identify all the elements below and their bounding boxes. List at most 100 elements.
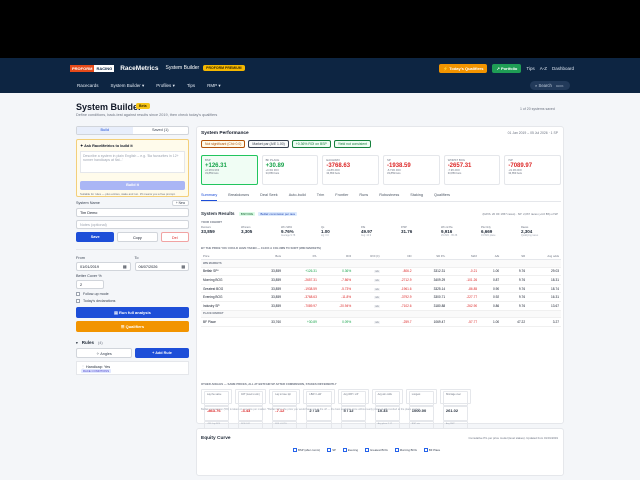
kpi-label: EACHWAY: [326, 158, 341, 162]
delete-button[interactable]: Del: [160, 232, 189, 242]
table-row[interactable]: Greatest BOG 33,859 -1938.59 -5.73% n/a -1961…: [201, 284, 561, 294]
system-name-row: System Name + New: [76, 200, 189, 206]
legend-item[interactable]: BF Place: [423, 448, 440, 452]
tab-staking[interactable]: Staking: [410, 193, 423, 201]
menu-racecards[interactable]: Racecards: [77, 83, 99, 89]
tab-auto-build[interactable]: Auto-build: [289, 193, 306, 201]
menu-profiles[interactable]: Profiles ▾: [156, 83, 175, 89]
angle-stat: 1DT (level to win) -3.43 ROI 0.02: [235, 389, 267, 436]
angles-button[interactable]: ✧ Angles: [76, 348, 132, 358]
tab-build[interactable]: Build: [77, 127, 133, 134]
cell-sr: 9.76: [501, 284, 528, 294]
build-it-button[interactable]: Build it: [80, 181, 185, 190]
ask-textarea[interactable]: Describe a system in plain English – e.g…: [80, 151, 185, 173]
menu-tips[interactable]: Tips: [187, 83, 195, 89]
cell-dd: -7102.6: [381, 301, 414, 311]
save-button[interactable]: Save: [76, 232, 115, 242]
navbar-menu-row: Racecards System Builder ▾ Profiles ▾ Ti…: [0, 78, 640, 93]
cell-price: Betfair SP*: [201, 267, 254, 277]
tab-runs[interactable]: Runs: [359, 193, 368, 201]
notes-input[interactable]: Notes (optional): [76, 220, 189, 229]
rule-item[interactable]: ⋮ Handicap: Yes RACE CONDITIONS: [76, 361, 189, 375]
legend-item[interactable]: SP: [327, 448, 336, 452]
portfolio-button[interactable]: ↗ Portfolio: [492, 63, 522, 73]
table-row[interactable]: Betfair SP* 33,859 +126.31 0.36% n/a -806.2 33…: [201, 267, 561, 277]
tab-qualifiers[interactable]: Qualifiers: [434, 193, 450, 201]
follow-up-checkbox[interactable]: Follow-up mode: [76, 292, 189, 296]
ask-title: ✦ Ask RaceMetrics to build it: [80, 143, 185, 148]
tab-deal-seek[interactable]: Deal Seek: [260, 193, 278, 201]
kpi-card[interactable]: EACHWAY -3768.63 -11.8% ROI 33,859 bets: [322, 155, 380, 185]
kpi-card[interactable]: WORST BOG -2657.31 -7.9% ROI 33,859 bets: [443, 155, 501, 185]
table-row[interactable]: Industry SP 33,859 -7089.97 -20.94% n/a -7102…: [201, 301, 561, 311]
tab-robustness[interactable]: Robustness: [379, 193, 399, 201]
tab-breakdowns[interactable]: Breakdowns: [228, 193, 249, 201]
todays-declarations-checkbox[interactable]: Today's declarations: [76, 299, 189, 303]
logo[interactable]: PROFORM RACING: [70, 64, 115, 72]
todays-qualifiers-button[interactable]: ⚡ Today's Qualifiers: [439, 63, 488, 73]
cell-ae: 0.90: [479, 284, 502, 294]
follow-up-label: Follow-up mode: [83, 292, 109, 296]
cohort-stat-value: 31.76: [401, 229, 413, 234]
tips-link[interactable]: Tips: [526, 66, 534, 71]
from-date-value: 01/01/2019: [80, 265, 100, 269]
menu-system-builder[interactable]: System Builder ▾: [111, 83, 145, 89]
legend-item[interactable]: Morning BOG: [394, 448, 417, 452]
better-cover-input[interactable]: 2: [76, 280, 104, 289]
beta-badge: Beta: [136, 103, 150, 109]
tab-saved[interactable]: Saved (1): [133, 127, 189, 134]
rules-header[interactable]: ▾ Rules (4): [76, 340, 189, 345]
new-system-button[interactable]: + New: [171, 200, 189, 206]
cell-roi: -5.73%: [318, 284, 354, 294]
az-link[interactable]: A-Z: [540, 66, 547, 71]
equity-legend: BSP (after comm) SP Evening Greatest BOG Mor…: [293, 448, 440, 452]
brand-name[interactable]: RaceMetrics: [120, 65, 158, 72]
tab-frontier[interactable]: Frontier: [335, 193, 348, 201]
kpi-card[interactable]: BF PLACE +30.89 +0.3% ROI 33,859 bets: [261, 155, 319, 185]
legend-item[interactable]: Evening: [342, 448, 359, 452]
cell-pl: +126.31: [283, 267, 319, 277]
logo-left: PROFORM: [70, 64, 95, 72]
cell-max: -0.21: [447, 267, 480, 277]
from-date-input[interactable]: 01/01/2019 ▦: [76, 262, 131, 271]
cell-sd: 3300.71: [413, 292, 448, 302]
cell-sr: 9.76: [501, 292, 528, 302]
legend-item[interactable]: BSP (after comm): [293, 448, 320, 452]
navbar-top-row: PROFORM RACING RaceMetrics System Builde…: [0, 58, 640, 78]
system-name-input[interactable]: Tim Demo: [76, 208, 189, 217]
significance-badge: Yield not consistent: [333, 140, 372, 148]
cohort-stat-sub: 29.29% · 65.38: [441, 234, 458, 237]
cell-roi2: n/a: [353, 267, 382, 277]
kpi-card[interactable]: SP -1938.59 -5.73% ROI 33,859 bets: [383, 155, 440, 185]
kpi-card[interactable]: BSP +126.31 +0.36% ROI 33,859 bets: [201, 155, 258, 185]
from-group: From 01/01/2019 ▦: [76, 253, 131, 271]
cell-sr: 9.76: [501, 267, 528, 277]
na-tag: n/a: [374, 304, 380, 308]
qualifiers-button[interactable]: ☰ Qualifiers: [76, 321, 189, 332]
table-row[interactable]: Evening BOG 33,859 -3768.63 -11.8% n/a -3792.…: [201, 292, 561, 302]
to-date-input[interactable]: 06/07/2026 ▦: [134, 262, 189, 271]
other-angles-caption: OTHER ANGLES — SAME PRICES, ALL AT BETFA…: [201, 382, 337, 386]
tab-summary[interactable]: Summary: [201, 193, 218, 201]
legend-label: Evening: [347, 448, 359, 452]
cell-sr: 47.22: [501, 317, 528, 327]
table-row[interactable]: BF Place 33,760 +30.89 0.09% n/a -259.7 1069.4…: [201, 317, 561, 327]
search-input[interactable]: ⌕ Search Ctrl K: [530, 81, 570, 90]
cell-bets: 33,859: [253, 275, 283, 285]
kpi-card[interactable]: ISP -7089.97 -21.0% ROI 33,859 bets: [504, 155, 562, 185]
run-analysis-button[interactable]: ▤ Run full analysis: [76, 307, 189, 318]
dashboard-link[interactable]: Dashboard: [552, 66, 574, 71]
legend-item[interactable]: Greatest BOG: [365, 448, 388, 452]
add-rule-button[interactable]: + Add Rule: [135, 348, 189, 358]
copy-button[interactable]: Copy: [117, 232, 158, 242]
na-tag: n/a: [374, 320, 380, 324]
cohort-stat-sub: Average 9.78: [281, 234, 296, 237]
cohort-stat-sub: 19.69% place: [481, 234, 496, 237]
cell-price: BF Place: [201, 317, 254, 327]
cell-roi: -11.8%: [318, 292, 354, 302]
menu-rmp[interactable]: RMP ▾: [207, 83, 220, 89]
kpi-label: BSP: [205, 158, 211, 162]
cell-avg: 16.31: [527, 292, 561, 302]
tab-trim[interactable]: Trim: [317, 193, 324, 201]
table-row[interactable]: Morning BOG 33,859 -2657.31 -7.86% n/a -2712.…: [201, 275, 561, 285]
